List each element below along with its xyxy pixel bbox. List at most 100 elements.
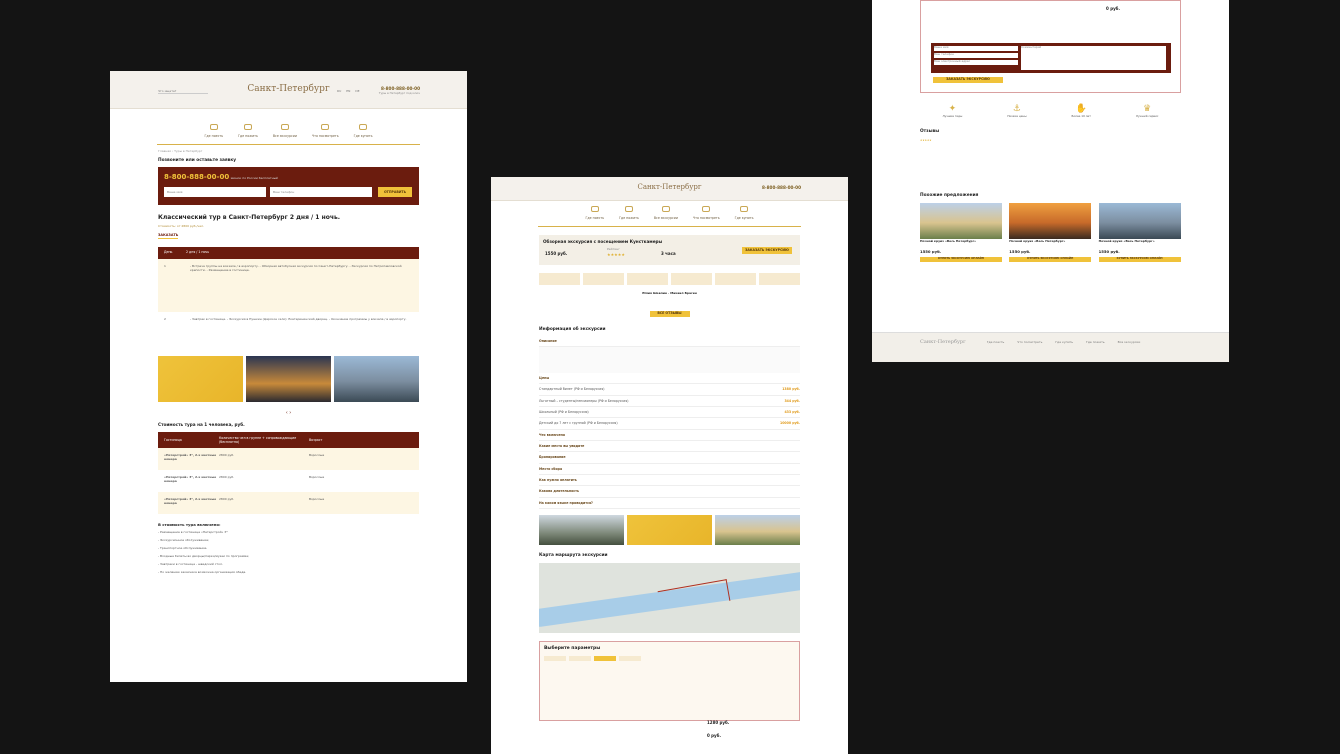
name-input[interactable]: Ваше имя bbox=[164, 186, 266, 197]
route-map[interactable] bbox=[539, 562, 800, 633]
info-section: Информация об экскурсии Описание Цены Ст… bbox=[539, 327, 800, 509]
info-title: Информация об экскурсии bbox=[539, 327, 606, 332]
excursion-price: 1550 руб. bbox=[545, 251, 568, 256]
nav-item[interactable]: Где пожить bbox=[238, 123, 258, 138]
search-input[interactable]: Что ищете? bbox=[158, 89, 208, 95]
ticket-sum: 0 руб. bbox=[707, 733, 721, 738]
page-tour-detail: Что ищете? Санкт-Петербург RU EN DE 8-80… bbox=[110, 71, 467, 682]
accordion-item[interactable]: На каком языке проводится? bbox=[539, 501, 593, 505]
main-nav: Где поесть Где пожить Все экскурсии Что … bbox=[538, 201, 801, 227]
name-input[interactable]: Ваше имя bbox=[934, 45, 1018, 51]
review-slider[interactable]: Юлия Шевлин · Михаил Брагин ВСЕ ОТЗЫВЫ bbox=[539, 291, 800, 321]
nav-item[interactable]: Где пожить bbox=[619, 205, 639, 220]
order-form: 0 руб. Ваше имя Ваш телефон Ваш электрон… bbox=[920, 0, 1181, 93]
buy-online-button[interactable]: КУПИТЬ ЭКСКУРСИЮ ОНЛАЙН bbox=[920, 256, 1002, 262]
date-option[interactable] bbox=[569, 655, 591, 661]
included-title: В стоимость тура включено: bbox=[158, 522, 221, 527]
phone-input[interactable]: Ваш телефон bbox=[270, 186, 372, 197]
email-input[interactable]: Ваш электронный адрес bbox=[934, 59, 1018, 65]
nav-item[interactable]: Где поесть bbox=[585, 205, 604, 220]
send-button[interactable]: ОТПРАВИТЬ bbox=[378, 186, 412, 197]
main-nav: Где поесть Где пожить Все экскурсии Что … bbox=[157, 109, 420, 145]
nav-item[interactable]: Где купить bbox=[354, 123, 372, 138]
book-button[interactable]: ЗАКАЗАТЬ ЭКСКУРСИЮ bbox=[742, 247, 792, 254]
nav-item[interactable]: Что посмотреть bbox=[312, 123, 339, 138]
th-program: 2 дня / 1 ночь bbox=[186, 250, 210, 255]
ticket-sum: 0 руб. bbox=[1106, 6, 1120, 11]
date-option[interactable] bbox=[619, 655, 641, 661]
gallery-photo[interactable] bbox=[539, 514, 624, 545]
photo-gallery bbox=[158, 355, 419, 402]
comment-input[interactable]: Комментарий bbox=[1021, 45, 1166, 70]
features: ✦ Лучшие гиды ⚓ Низкие цены ✋ Более 10 лет … bbox=[942, 104, 1159, 119]
language-switch[interactable]: RU EN DE bbox=[337, 89, 360, 93]
rating-stars-icon: ★★★★★ bbox=[607, 252, 625, 257]
accordion-item[interactable]: Что включено bbox=[539, 433, 565, 437]
submit-order-button[interactable]: ЗАКАЗАТЬ ЭКСКУРСИЮ bbox=[933, 77, 1003, 83]
accordion-item[interactable]: Какова длительность bbox=[539, 489, 579, 493]
rating-label: Рейтинг bbox=[607, 247, 620, 251]
all-reviews-button[interactable]: ВСЕ ОТЗЫВЫ bbox=[649, 311, 690, 318]
gallery-photo[interactable] bbox=[334, 355, 419, 402]
gallery-arrows-icon[interactable]: ‹ › bbox=[110, 410, 467, 417]
date-option[interactable] bbox=[594, 655, 616, 661]
photo-gallery bbox=[539, 514, 800, 545]
breadcrumb[interactable]: Главная › Туры в Петербург bbox=[110, 145, 467, 157]
site-logo[interactable]: Санкт-Петербург bbox=[247, 83, 329, 95]
footer-link[interactable]: Где купить bbox=[1055, 340, 1073, 344]
nav-item[interactable]: Все экскурсии bbox=[273, 123, 297, 138]
itinerary-table: День 2 дня / 1 ночь 1- Встреча группы на … bbox=[158, 246, 419, 348]
buy-online-button[interactable]: КУПИТЬ ЭКСКУРСИЮ ОНЛАЙН bbox=[1098, 256, 1181, 262]
gallery-photo[interactable] bbox=[627, 514, 712, 545]
offer-card[interactable]: Ночной круиз «Весь Петербург» 1550 руб. КУ… bbox=[1098, 202, 1181, 262]
map-title: Карта маршрута экскурсии bbox=[539, 552, 608, 558]
accordion-prices[interactable]: Цены bbox=[539, 376, 549, 380]
table-row: 1- Встреча группы на вокзале / в аэропор… bbox=[158, 258, 419, 312]
footer-logo[interactable]: Санкт-Петербург bbox=[920, 339, 966, 345]
route-line bbox=[657, 578, 731, 613]
accordion-item[interactable]: Место сбора bbox=[539, 467, 562, 471]
accordion-description[interactable]: Описание bbox=[539, 339, 557, 343]
page-excursion-continued: 0 руб. Ваше имя Ваш телефон Ваш электрон… bbox=[872, 0, 1229, 362]
list-item: - Транспортное обслуживание. bbox=[158, 546, 208, 551]
footer-link[interactable]: Что посмотреть bbox=[1017, 340, 1042, 344]
nav-item[interactable]: Где купить bbox=[735, 205, 753, 220]
excursion-duration: 3 часа bbox=[661, 251, 676, 256]
tour-title: Классический тур в Санкт-Петербург 2 дня… bbox=[158, 213, 341, 221]
buy-online-button[interactable]: КУПИТЬ ЭКСКУРСИЮ ОНЛАЙН bbox=[1009, 256, 1092, 262]
nav-item[interactable]: Что посмотреть bbox=[693, 205, 720, 220]
list-item: - Размещение в гостинице «Петерстрой» 3* bbox=[158, 530, 228, 535]
offer-card[interactable]: Ночной круиз «Весь Петербург» 1550 руб. КУ… bbox=[1009, 202, 1092, 262]
header-phone: 8-800-888-00-00 bbox=[761, 185, 801, 190]
params-title: Выберите параметры bbox=[544, 645, 601, 651]
order-button[interactable]: ЗАКАЗАТЬ bbox=[158, 233, 179, 239]
header: Что ищете? Санкт-Петербург RU EN DE 8-80… bbox=[110, 71, 467, 109]
site-logo[interactable]: Санкт-Петербург bbox=[637, 183, 701, 192]
footer-link[interactable]: Все экскурсии bbox=[1118, 340, 1141, 344]
table-row: 2- Завтрак в гостинице. - Экскурсия в Пу… bbox=[164, 316, 407, 321]
accordion-item[interactable]: Как нужно оплатить bbox=[539, 478, 577, 482]
phone-input[interactable]: Ваш телефон bbox=[934, 52, 1018, 58]
compass-icon bbox=[661, 205, 670, 212]
ticket-sum: 1280 руб. bbox=[707, 720, 730, 725]
page-excursion-detail: Санкт-Петербург 8-800-888-00-00 Где поес… bbox=[491, 177, 848, 754]
callback-form: 8-800-888-00-00 звонок по России бесплат… bbox=[158, 166, 419, 205]
gallery-photo[interactable] bbox=[246, 355, 331, 402]
nav-item[interactable]: Все экскурсии bbox=[654, 205, 678, 220]
nav-item[interactable]: Где поесть bbox=[204, 123, 223, 138]
footer-link[interactable]: Где поесть bbox=[987, 340, 1005, 344]
header: Санкт-Петербург 8-800-888-00-00 bbox=[491, 177, 848, 201]
callback-phone: 8-800-888-00-00 bbox=[164, 172, 230, 181]
accordion-item[interactable]: Бронирование bbox=[539, 455, 566, 459]
gallery-photo[interactable] bbox=[158, 355, 243, 402]
cost-table: Гостиница Количество чел в группе + сопро… bbox=[158, 432, 419, 514]
offer-card[interactable]: Ночной круиз «Весь Петербург» 1550 руб. КУ… bbox=[920, 202, 1002, 262]
date-option[interactable] bbox=[544, 655, 566, 661]
params-form: Выберите параметры 1280 руб. 0 руб. bbox=[539, 640, 800, 738]
list-item: - Входные билеты во дворцы/парки/музеи п… bbox=[158, 554, 250, 559]
accordion-item[interactable]: Какие места вы увидите bbox=[539, 444, 584, 448]
reviews-title: Отзывы bbox=[920, 128, 940, 134]
gallery-photo[interactable] bbox=[715, 514, 800, 545]
rating-stars-icon: ★★★★★ bbox=[920, 138, 932, 142]
footer-link[interactable]: Где пожить bbox=[1086, 340, 1105, 344]
